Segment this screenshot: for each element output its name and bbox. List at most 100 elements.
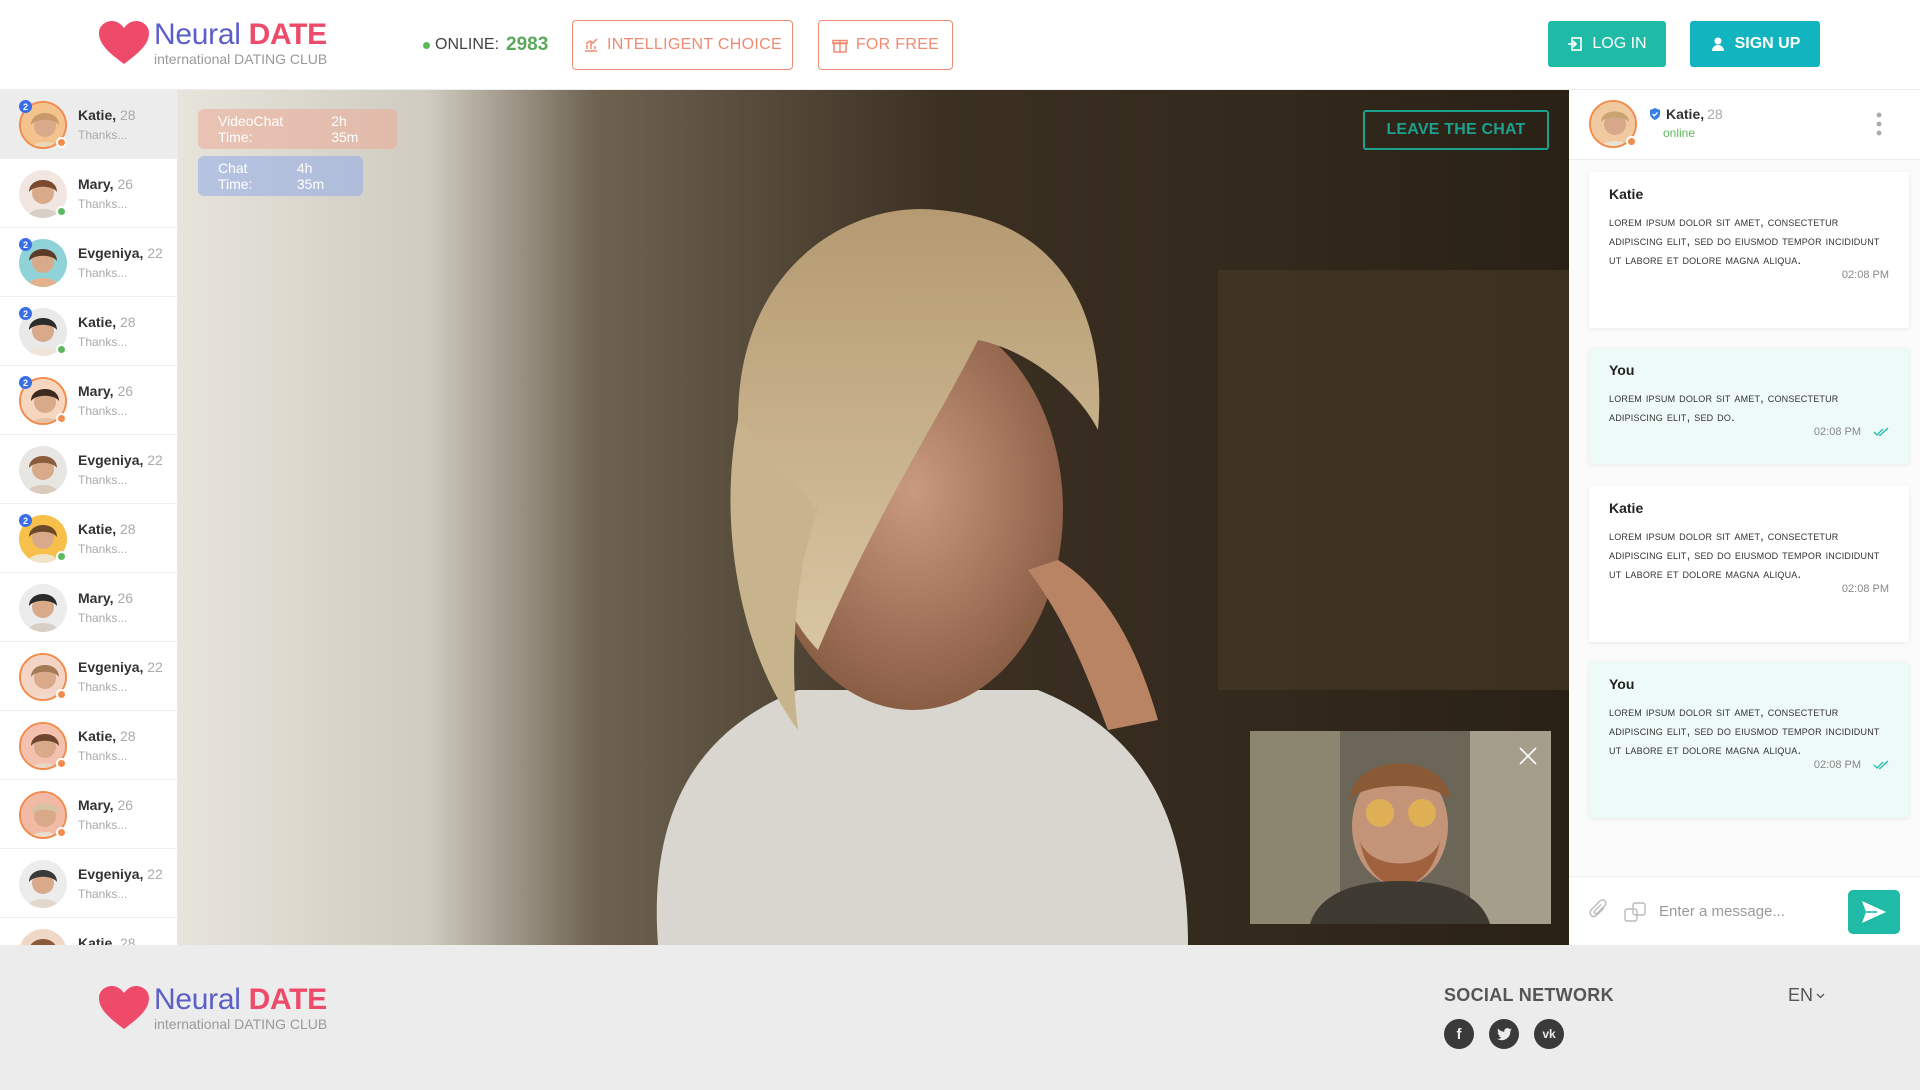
message-time: 02:08 PM bbox=[1841, 583, 1889, 595]
for-free-button[interactable]: FOR FREE bbox=[818, 20, 953, 70]
contact-age: 26 bbox=[117, 590, 134, 606]
contact-age: 22 bbox=[147, 452, 163, 468]
signup-label: SIGN UP bbox=[1734, 35, 1801, 52]
contact-age: 28 bbox=[120, 728, 136, 744]
message-time: 02:08 PM bbox=[1841, 269, 1889, 281]
online-dot-icon bbox=[423, 41, 430, 49]
contact-item[interactable]: 2 Katie, 28 Thanks... bbox=[0, 90, 177, 159]
unread-badge: 2 bbox=[19, 514, 32, 527]
intelligent-choice-label: INTELLIGENT CHOICE bbox=[607, 36, 782, 53]
camera-status-icon bbox=[56, 413, 67, 424]
social-network-title: SOCIAL NETWORK bbox=[1444, 985, 1614, 1005]
contact-age: 26 bbox=[117, 176, 134, 192]
message-time: 02:08 PM bbox=[1813, 426, 1861, 438]
message-text: Lorem ipsum dolor sit amet, consectetur … bbox=[1609, 528, 1880, 581]
message-sender: You bbox=[1609, 676, 1635, 692]
contact-item[interactable]: Katie, 28 Thanks... bbox=[0, 711, 177, 780]
contact-age: 22 bbox=[147, 659, 163, 675]
partner-status: online bbox=[1663, 126, 1696, 140]
for-free-label: FOR FREE bbox=[855, 36, 940, 53]
contact-item[interactable]: Mary, 26 Thanks... bbox=[0, 780, 177, 849]
footer: Neural DATE international DATING CLUB SO… bbox=[0, 945, 1920, 1090]
message-sender: Katie bbox=[1609, 500, 1644, 516]
videochat-time-label: VideoChat Time: bbox=[218, 113, 284, 145]
contact-item[interactable]: Evgeniya, 22 Thanks... bbox=[0, 849, 177, 918]
facebook-icon[interactable]: f bbox=[1444, 1019, 1474, 1049]
contact-preview: Thanks... bbox=[78, 197, 128, 211]
contact-preview: Thanks... bbox=[78, 542, 128, 556]
online-status-icon bbox=[56, 551, 67, 562]
chevron-down-icon bbox=[1816, 993, 1825, 998]
chat-time-tag: Chat Time: 4h 35m bbox=[198, 156, 363, 196]
sticker-icon[interactable] bbox=[1624, 901, 1646, 923]
contact-age: 22 bbox=[147, 245, 163, 261]
unread-badge: 2 bbox=[19, 238, 32, 251]
contact-preview: Thanks... bbox=[78, 887, 128, 901]
contact-preview: Thanks... bbox=[78, 749, 128, 763]
logo[interactable]: Neural DATE international DATING CLUB bbox=[98, 20, 327, 66]
contact-avatar bbox=[19, 722, 67, 770]
contact-avatar bbox=[19, 170, 67, 218]
header: Neural DATE international DATING CLUB ON… bbox=[0, 0, 1920, 90]
contact-avatar bbox=[19, 860, 67, 908]
chat-time-value: 4h 35m bbox=[296, 160, 325, 192]
video-stage: VideoChat Time: 2h 35m Chat Time: 4h 35m… bbox=[178, 90, 1569, 945]
leave-chat-button[interactable]: LEAVE THE CHAT bbox=[1363, 110, 1549, 150]
contact-item[interactable]: Evgeniya, 22 Thanks... bbox=[0, 435, 177, 504]
message-text: Lorem ipsum dolor sit amet, consectetur … bbox=[1609, 390, 1839, 424]
partner-avatar[interactable] bbox=[1589, 100, 1637, 148]
more-options-icon[interactable] bbox=[1876, 112, 1882, 136]
close-icon[interactable] bbox=[1517, 745, 1539, 767]
message-composer bbox=[1569, 876, 1920, 945]
self-video-preview[interactable] bbox=[1250, 731, 1551, 924]
login-button[interactable]: LOG IN bbox=[1548, 21, 1666, 67]
contact-name: Katie, bbox=[78, 314, 117, 330]
contact-avatar bbox=[19, 446, 67, 494]
contact-preview: Thanks... bbox=[78, 128, 128, 142]
contact-name: Evgeniya, bbox=[78, 659, 144, 675]
vk-icon[interactable]: vk bbox=[1534, 1019, 1564, 1049]
signup-button[interactable]: SIGN UP bbox=[1690, 21, 1820, 67]
contact-preview: Thanks... bbox=[78, 611, 128, 625]
chat-panel: Katie, 28 online Katie Lorem ipsum dolor … bbox=[1569, 90, 1920, 945]
contact-avatar bbox=[19, 653, 67, 701]
contact-item[interactable]: Evgeniya, 22 Thanks... bbox=[0, 642, 177, 711]
contact-item[interactable]: 2 Katie, 28 Thanks... bbox=[0, 504, 177, 573]
camera-status-icon bbox=[1626, 136, 1637, 147]
contact-item[interactable]: 2 Mary, 26 Thanks... bbox=[0, 366, 177, 435]
chat-header: Katie, 28 online bbox=[1569, 90, 1920, 160]
outgoing-message: You Lorem ipsum dolor sit amet, consectet… bbox=[1589, 348, 1909, 464]
language-selector[interactable]: EN bbox=[1788, 985, 1825, 1006]
message-text: Lorem ipsum dolor sit amet, consectetur … bbox=[1609, 704, 1880, 757]
contact-avatar: 2 bbox=[19, 238, 67, 287]
intelligent-choice-button[interactable]: INTELLIGENT CHOICE bbox=[572, 20, 793, 70]
contact-avatar bbox=[19, 929, 67, 945]
self-video-feed bbox=[1250, 731, 1551, 924]
social-links: f vk bbox=[1444, 1019, 1564, 1049]
online-count: 2983 bbox=[506, 34, 549, 55]
read-receipt-icon bbox=[1873, 427, 1889, 437]
contact-item[interactable]: Mary, 26 Thanks... bbox=[0, 573, 177, 642]
contact-age: 26 bbox=[117, 797, 134, 813]
heart-logo-icon bbox=[99, 986, 149, 1029]
paperclip-icon[interactable] bbox=[1589, 899, 1609, 921]
contact-name: Katie, bbox=[78, 521, 117, 537]
footer-logo[interactable]: Neural DATE international DATING CLUB bbox=[98, 985, 327, 1031]
send-button[interactable] bbox=[1848, 890, 1900, 934]
contact-avatar: 2 bbox=[19, 100, 67, 149]
contact-item[interactable]: 2 Evgeniya, 22 Thanks... bbox=[0, 228, 177, 297]
contact-name: Evgeniya, bbox=[78, 452, 144, 468]
unread-badge: 2 bbox=[19, 307, 32, 320]
send-icon bbox=[1862, 901, 1886, 923]
user-icon bbox=[1711, 37, 1724, 51]
camera-status-icon bbox=[56, 827, 67, 838]
contact-age: 28 bbox=[120, 521, 136, 537]
contact-item[interactable]: 2 Katie, 28 Thanks... bbox=[0, 297, 177, 366]
contact-age: 28 bbox=[120, 314, 136, 330]
contact-item[interactable]: Mary, 26 Thanks... bbox=[0, 159, 177, 228]
contact-item[interactable]: Katie, 28 bbox=[0, 918, 177, 945]
contact-age: 28 bbox=[120, 107, 136, 123]
chat-time-label: Chat Time: bbox=[218, 160, 253, 192]
message-input[interactable] bbox=[1659, 896, 1829, 926]
twitter-icon[interactable] bbox=[1489, 1019, 1519, 1049]
